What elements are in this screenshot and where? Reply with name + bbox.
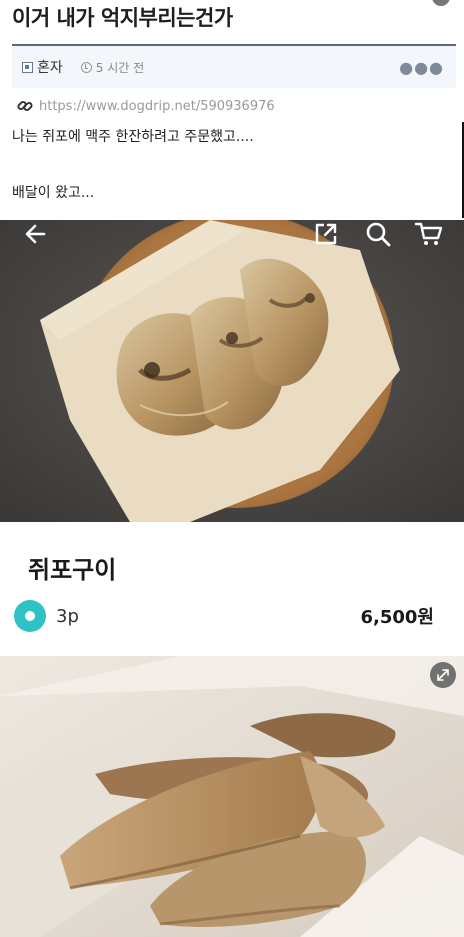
source-url[interactable]: https://www.dogdrip.net/590936976 — [39, 99, 275, 114]
product-toolbar — [0, 220, 464, 276]
product-image — [0, 220, 464, 522]
more-options-button[interactable]: ●●● — [399, 58, 444, 77]
expand-arrows-icon — [437, 669, 449, 681]
post-body-line-1: 나는 쥐포에 맥주 한잔하려고 주문했고.... — [12, 129, 254, 145]
delivered-item-image — [0, 656, 464, 937]
user-icon — [22, 61, 33, 73]
product-price: 6,500원 — [360, 607, 435, 628]
source-link[interactable]: https://www.dogdrip.net/590936976 — [16, 97, 275, 115]
expand-icon[interactable] — [430, 662, 456, 688]
post-title: 이거 내가 억지부리는건가 — [12, 6, 233, 30]
post-body-line-2: 배달이 왔고... — [12, 185, 95, 201]
product-rank-row: 3p 6,500원 — [14, 600, 434, 632]
arrow-left-icon[interactable] — [22, 220, 50, 248]
share-icon[interactable] — [312, 220, 340, 248]
radio-dot-icon — [14, 600, 46, 632]
cart-icon[interactable] — [414, 220, 444, 248]
post-time: 5 시간 전 — [95, 60, 145, 75]
dried-fish-photo — [0, 656, 464, 937]
link-icon — [17, 100, 33, 112]
search-icon[interactable] — [364, 220, 392, 248]
clock-icon — [80, 61, 92, 73]
rank-text: 3p — [56, 605, 79, 627]
post-meta-bar: 혼자 5 시간 전 ●●● — [12, 44, 456, 88]
author-name[interactable]: 혼자 — [37, 57, 63, 77]
product-name: 쥐포구이 — [28, 556, 117, 584]
